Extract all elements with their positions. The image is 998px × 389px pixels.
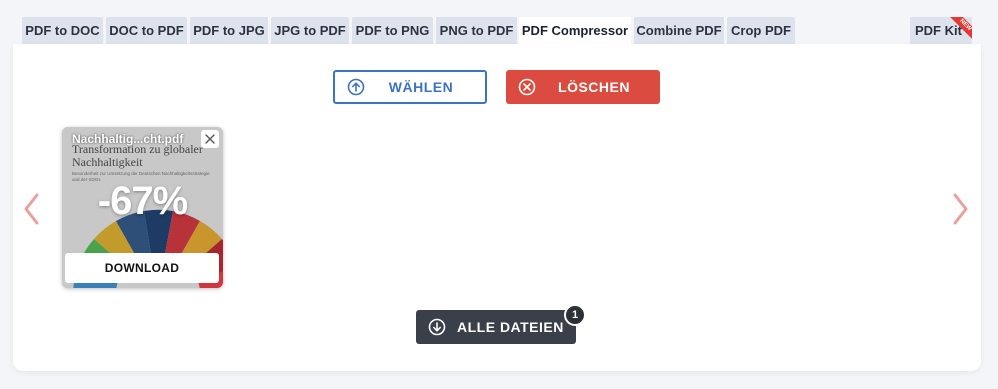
clear-files-label: LÖSCHEN <box>558 79 630 95</box>
thumbnail-title: Transformation zu globaler Nachhaltigkei… <box>72 142 203 169</box>
circle-x-icon <box>518 78 536 96</box>
tab-pdf-kit[interactable]: PDF Kit NEW <box>910 17 972 44</box>
new-badge: NEW <box>950 17 972 39</box>
chevron-right-icon[interactable] <box>950 192 970 226</box>
tab-pdf-to-jpg[interactable]: PDF to JPG <box>190 17 268 44</box>
file-card: Transformation zu globaler Nachhaltigkei… <box>62 127 223 288</box>
clear-files-button[interactable]: LÖSCHEN <box>506 70 660 104</box>
tab-pdf-to-png[interactable]: PDF to PNG <box>352 17 433 44</box>
tab-doc-to-pdf[interactable]: DOC to PDF <box>106 17 187 44</box>
file-count-badge: 1 <box>564 304 586 326</box>
choose-files-button[interactable]: WÄHLEN <box>333 70 487 104</box>
remove-file-button[interactable] <box>201 130 219 148</box>
tab-combine-pdf[interactable]: Combine PDF <box>634 17 724 44</box>
download-button[interactable]: DOWNLOAD <box>65 253 219 283</box>
download-arrow-icon <box>428 318 446 336</box>
close-icon <box>205 134 215 144</box>
chevron-left-icon[interactable] <box>22 192 42 226</box>
tab-pdf-compressor[interactable]: PDF Compressor <box>519 17 631 44</box>
tab-png-to-pdf[interactable]: PNG to PDF <box>436 17 517 44</box>
new-badge-label: NEW <box>950 17 972 39</box>
file-name: Nachhaltig...cht.pdf <box>72 132 184 146</box>
tab-jpg-to-pdf[interactable]: JPG to PDF <box>271 17 349 44</box>
download-all-label: ALLE DATEIEN <box>457 319 564 335</box>
tab-crop-pdf[interactable]: Crop PDF <box>727 17 795 44</box>
compression-percent: -67% <box>97 179 188 223</box>
tool-tabs: PDF to DOC DOC to PDF PDF to JPG JPG to … <box>22 17 982 44</box>
compressor-panel: WÄHLEN LÖSCHEN Transformation zu globale… <box>13 44 981 371</box>
tab-pdf-to-doc[interactable]: PDF to DOC <box>22 17 103 44</box>
upload-arrow-icon <box>347 78 365 96</box>
choose-files-label: WÄHLEN <box>388 79 454 95</box>
download-all-button[interactable]: ALLE DATEIEN <box>416 310 576 344</box>
